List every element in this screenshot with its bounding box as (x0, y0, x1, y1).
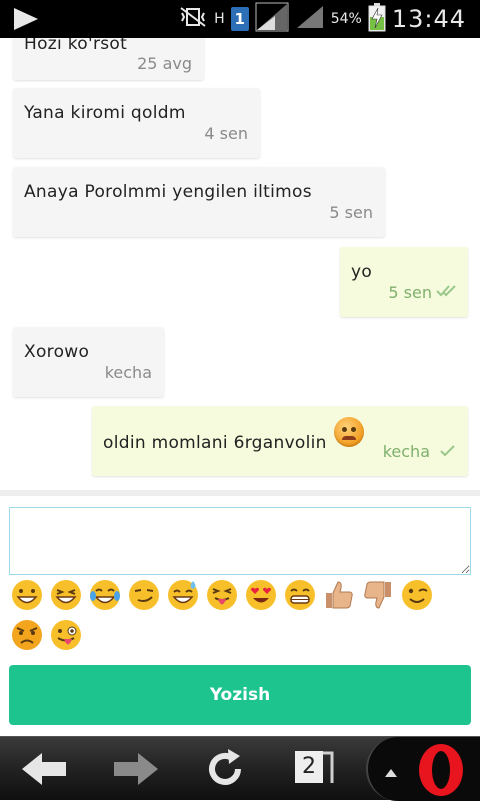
message-time: kecha (104, 363, 152, 382)
sweat-smile-face-icon[interactable] (166, 578, 200, 612)
message-text: Anaya Porolmmi yengilen iltimos (24, 182, 312, 202)
emoji-palette-row-1 (10, 578, 470, 618)
vibrate-icon (178, 6, 208, 32)
laughing-face-icon[interactable] (49, 578, 83, 612)
opera-menu[interactable] (366, 737, 480, 801)
network-type: H (214, 11, 225, 27)
message-bubble-incoming[interactable]: Yana kiromi qoldm 4 sen (13, 88, 260, 158)
reload-icon[interactable] (195, 743, 255, 795)
angry-face-icon[interactable] (10, 618, 44, 652)
message-list[interactable]: Hozi ko'rsot 25 avg Yana kiromi qoldm 4 … (0, 38, 480, 490)
heart-eyes-face-icon[interactable] (244, 578, 278, 612)
grimacing-face-icon[interactable] (283, 578, 317, 612)
thumbs-up-icon[interactable] (322, 578, 356, 612)
double-check-icon (436, 284, 458, 302)
smirking-face-icon[interactable] (127, 578, 161, 612)
battery-percent: 54% (330, 11, 362, 27)
signal-icon-sim1 (255, 2, 289, 36)
message-time: 25 avg (137, 54, 192, 73)
message-bubble-outgoing[interactable]: oldin momlani 6rganvolin kecha (92, 406, 468, 476)
message-time: 5 sen (388, 283, 432, 302)
message-time: 4 sen (204, 124, 248, 143)
angry-face-icon (334, 417, 364, 447)
thumbs-down-icon[interactable] (361, 578, 395, 612)
message-bubble-incoming[interactable]: Hozi ko'rsot 25 avg (13, 38, 204, 80)
message-text: yo (351, 262, 373, 282)
message-bubble-incoming[interactable]: Xorowo kecha (13, 327, 164, 397)
message-bubble-outgoing[interactable]: yo 5 sen (340, 247, 468, 317)
check-icon (440, 444, 456, 462)
clock: 13:44 (391, 5, 466, 33)
zany-face-icon[interactable] (49, 618, 83, 652)
message-time: 5 sen (329, 203, 373, 222)
send-button[interactable]: Yozish (9, 665, 471, 725)
message-text: Yana kiromi qoldm (24, 103, 186, 123)
message-bubble-incoming[interactable]: Anaya Porolmmi yengilen iltimos 5 sen (13, 167, 385, 237)
signal-icon-sim2 (295, 4, 325, 34)
back-arrow-icon[interactable] (15, 743, 75, 795)
tab-count: 2 (295, 751, 323, 783)
message-text: oldin momlani 6rganvolin (103, 433, 327, 453)
emoji-palette-row-2 (10, 618, 470, 658)
caret-up-icon (384, 763, 398, 782)
tears-of-joy-face-icon[interactable] (88, 578, 122, 612)
tongue-squint-face-icon[interactable] (205, 578, 239, 612)
winking-face-icon[interactable] (400, 578, 434, 612)
divider (0, 490, 480, 496)
forward-arrow-icon[interactable] (105, 743, 165, 795)
battery-charging-icon (368, 2, 386, 36)
message-input[interactable] (9, 507, 471, 575)
sim-number: 1 (230, 7, 249, 31)
status-bar: H 1 54% 13:44 (0, 0, 480, 38)
play-icon (12, 6, 40, 36)
message-text: Hozi ko'rsot (24, 38, 128, 54)
grinning-face-icon[interactable] (10, 578, 44, 612)
browser-toolbar: 2 (0, 736, 480, 801)
opera-logo-icon (416, 742, 466, 802)
message-time: kecha (382, 442, 430, 461)
message-text: Xorowo (24, 342, 90, 362)
